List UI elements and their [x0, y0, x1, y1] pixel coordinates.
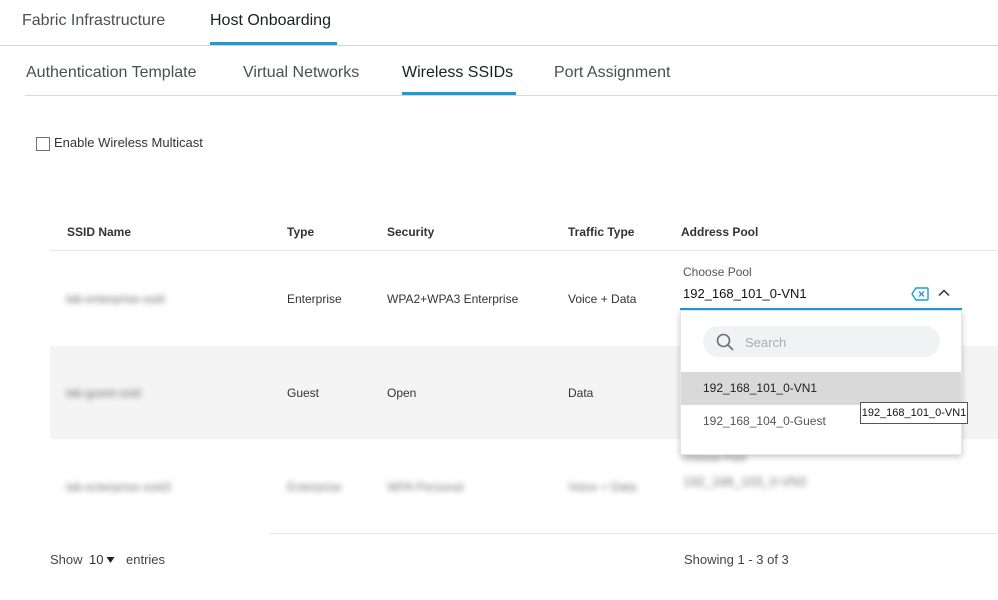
- ssid-name-cell: lab-guest-ssid: [66, 386, 141, 400]
- show-label: Show: [50, 552, 83, 567]
- security-cell: Open: [387, 386, 417, 400]
- enable-wireless-multicast-label: Enable Wireless Multicast: [54, 135, 203, 150]
- traffic-type-cell: Data: [568, 386, 594, 400]
- entries-label: entries: [126, 552, 166, 567]
- traffic-type-cell: Voice + Data: [568, 292, 637, 306]
- tab-virtual-networks[interactable]: Virtual Networks: [243, 64, 359, 82]
- chevron-up-icon[interactable]: [937, 286, 951, 300]
- type-cell: Guest: [287, 386, 320, 400]
- tab-host-onboarding[interactable]: Host Onboarding: [210, 12, 331, 30]
- table-bottom-divider: [270, 533, 998, 534]
- column-header-ssid-name[interactable]: SSID Name: [67, 225, 131, 239]
- pool-option-vn1[interactable]: 192_168_101_0-VN1: [681, 372, 961, 405]
- pool-dropdown: 192_168_101_0-VN1 192_168_104_0-Guest: [680, 310, 962, 455]
- column-header-address-pool[interactable]: Address Pool: [681, 225, 758, 239]
- security-cell: WPA Personal: [387, 480, 464, 494]
- tab-port-assignment[interactable]: Port Assignment: [554, 64, 671, 82]
- tab-fabric-infrastructure[interactable]: Fabric Infrastructure: [22, 12, 165, 30]
- traffic-type-cell: Voice + Data: [568, 480, 637, 494]
- type-cell: Enterprise: [287, 292, 342, 306]
- active-subtab-indicator: [402, 92, 516, 95]
- clear-icon[interactable]: [911, 287, 929, 301]
- ssid-name-redacted: lab-enterprise-ssid: [66, 292, 165, 306]
- pool-option-tooltip: 192_168_101_0-VN1: [860, 402, 968, 424]
- choose-pool-label: Choose Pool: [683, 265, 752, 279]
- security-cell: WPA2+WPA3 Enterprise: [387, 292, 519, 306]
- pool-search-box[interactable]: [703, 326, 940, 357]
- sub-tab-bar: Authentication Template Virtual Networks…: [25, 46, 998, 96]
- column-header-security[interactable]: Security: [387, 225, 434, 239]
- column-header-traffic-type[interactable]: Traffic Type: [568, 225, 634, 239]
- entries-per-page-value: 10: [89, 552, 104, 567]
- pool-search-input[interactable]: [745, 332, 925, 352]
- type-cell: Enterprise: [287, 480, 342, 494]
- entries-per-page-select[interactable]: 10: [89, 552, 115, 567]
- tab-wireless-ssids[interactable]: Wireless SSIDs: [402, 64, 513, 82]
- pagination-summary: Showing 1 - 3 of 3: [684, 552, 789, 567]
- ssid-name-cell: lab-enterprise-ssid2: [66, 480, 172, 494]
- ssid-name-cell: lab-enterprise-ssid: [66, 292, 165, 306]
- pool-value-blurred: 192_168_103_0-VN2: [683, 474, 807, 489]
- search-icon: [716, 333, 734, 351]
- active-tab-indicator: [210, 42, 337, 45]
- pool-select-value[interactable]: 192_168_101_0-VN1: [683, 286, 807, 301]
- ssid-name-redacted: lab-guest-ssid: [66, 386, 141, 400]
- tab-authentication-template[interactable]: Authentication Template: [26, 64, 196, 82]
- caret-down-icon: [106, 557, 115, 563]
- enable-wireless-multicast-checkbox[interactable]: [36, 137, 50, 151]
- column-header-type[interactable]: Type: [287, 225, 314, 239]
- top-tab-bar: Fabric Infrastructure Host Onboarding: [0, 0, 998, 46]
